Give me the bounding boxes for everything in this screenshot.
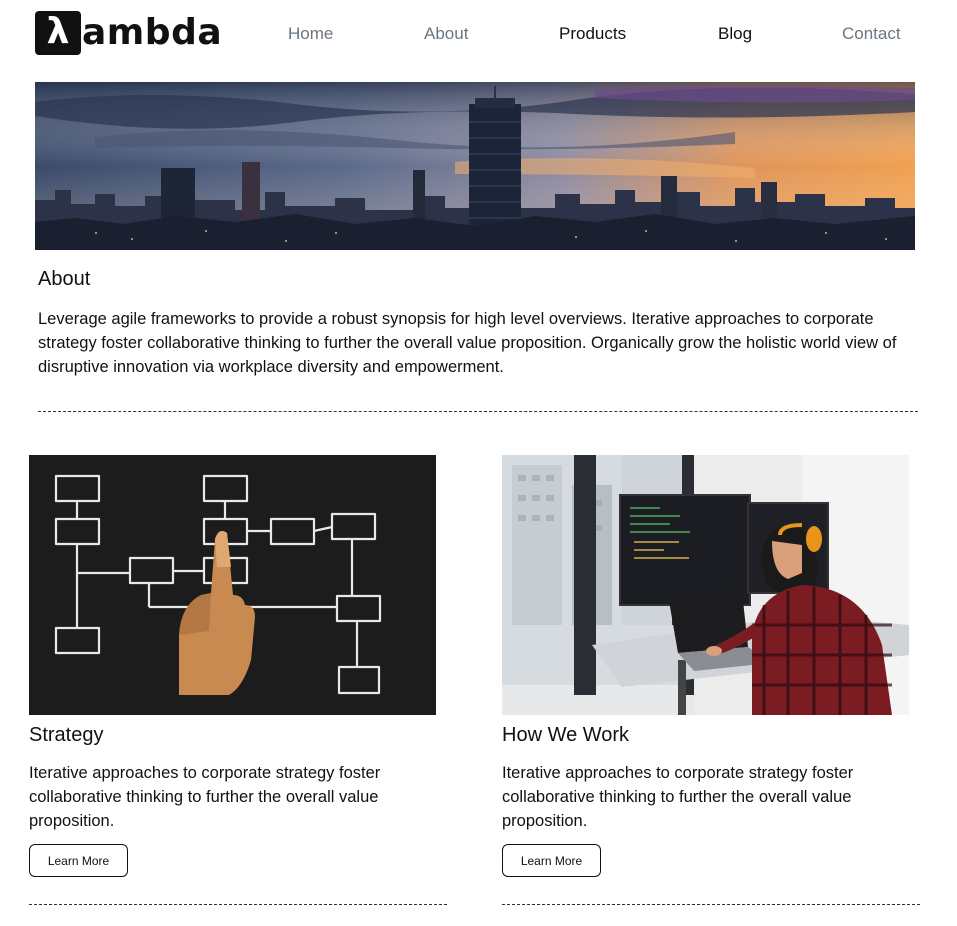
hero-image — [35, 82, 915, 250]
card-image-strategy — [29, 455, 436, 715]
card-body-how-we-work: Iterative approaches to corporate strate… — [502, 764, 854, 830]
nav-blog[interactable]: Blog — [718, 24, 752, 44]
card-title-how-we-work: How We Work — [502, 724, 630, 746]
woman-coding-image — [502, 455, 909, 715]
section-divider — [38, 411, 918, 412]
logo-text: ambda — [82, 12, 223, 53]
lambda-logo-icon: λ — [35, 11, 81, 55]
nav-home[interactable]: Home — [288, 24, 333, 44]
card-divider — [502, 904, 920, 905]
nav-contact[interactable]: Contact — [842, 24, 901, 44]
city-skyline-image — [35, 82, 915, 250]
about-title: About — [38, 268, 91, 290]
nav-products[interactable]: Products — [559, 24, 626, 44]
logo[interactable]: λ ambda — [35, 10, 222, 56]
learn-more-button-strategy[interactable]: Learn More — [29, 844, 128, 877]
card-title-strategy: Strategy — [29, 724, 104, 746]
flowchart-image — [29, 455, 436, 715]
site-header: λ ambda Home About Products Blog Contact — [0, 0, 957, 70]
card-image-how-we-work — [502, 455, 909, 715]
card-divider — [29, 904, 447, 905]
about-body: Leverage agile frameworks to provide a r… — [38, 310, 897, 376]
learn-more-button-how-we-work[interactable]: Learn More — [502, 844, 601, 877]
nav-about[interactable]: About — [424, 24, 468, 44]
card-body-strategy: Iterative approaches to corporate strate… — [29, 764, 381, 830]
